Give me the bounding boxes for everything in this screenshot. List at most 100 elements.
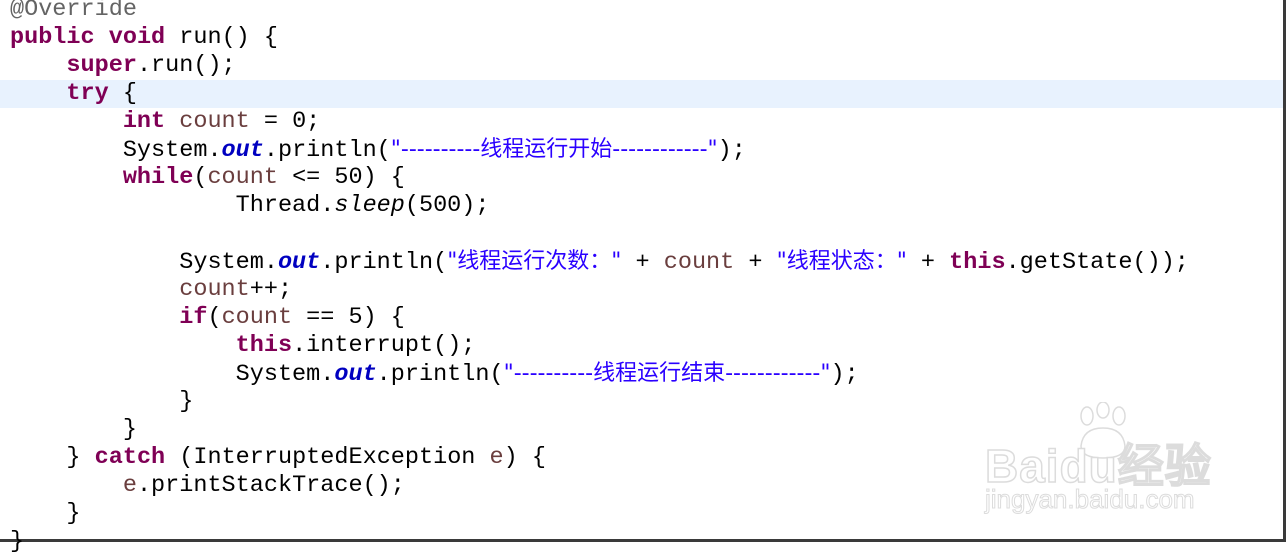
code-token: (InterruptedException	[165, 444, 490, 471]
string-literal: "线程状态："	[776, 249, 907, 274]
code-line-text: int count = 0;	[10, 108, 320, 136]
code-line[interactable]: e.printStackTrace();	[0, 472, 1283, 500]
code-line[interactable]: public void run() {	[0, 24, 1283, 52]
code-token: (500);	[404, 192, 490, 219]
code-line[interactable]: }	[0, 388, 1283, 416]
code-token: .interrupt();	[292, 332, 476, 359]
static-field-token: out	[277, 249, 321, 276]
code-token: {	[108, 80, 137, 107]
code-line[interactable]: Thread.sleep(500);	[0, 192, 1283, 220]
code-line-text: System.out.println("----------线程运行结束----…	[10, 360, 859, 389]
code-editor[interactable]: @Override public void run() { super.run()…	[0, 0, 1286, 555]
code-token: System.	[179, 249, 278, 276]
code-token: (	[207, 304, 222, 331]
code-line-text: }	[10, 500, 81, 528]
code-line-text: @Override	[10, 0, 137, 24]
variable-token: e	[122, 472, 137, 499]
code-line-text: }	[10, 388, 193, 416]
code-token: ) {	[503, 444, 546, 471]
code-line-text: System.out.println("线程运行次数：" + count + "…	[10, 248, 1189, 277]
keyword-token: catch	[94, 444, 166, 471]
code-line[interactable]: }	[0, 528, 1283, 556]
code-line-text: }	[10, 528, 24, 556]
variable-token: count	[179, 276, 250, 303]
code-token: );	[717, 137, 746, 164]
code-token: <= 50) {	[277, 164, 405, 191]
variable-token: count	[221, 304, 293, 331]
code-token: .println(	[263, 137, 391, 164]
code-line[interactable]: int count = 0;	[0, 108, 1283, 136]
code-token: }	[66, 500, 81, 527]
variable-token: e	[489, 444, 504, 471]
code-token: }	[179, 388, 194, 415]
code-line[interactable]: }	[0, 500, 1283, 528]
static-field-token: out	[334, 361, 377, 388]
variable-token: count	[179, 108, 250, 135]
keyword-token: if	[179, 304, 208, 331]
annotation-token: @Override	[10, 0, 137, 23]
code-line[interactable]: }	[0, 416, 1283, 444]
code-line[interactable]: count++;	[0, 276, 1283, 304]
code-token: (	[193, 164, 208, 191]
static-field-token: out	[221, 137, 264, 164]
code-line-text: this.interrupt();	[10, 332, 476, 360]
code-line-text: super.run();	[10, 52, 235, 80]
code-line[interactable]: @Override	[0, 0, 1283, 24]
code-line-text: while(count <= 50) {	[10, 164, 405, 192]
code-token: = 0;	[249, 108, 321, 135]
code-line-text: }	[10, 416, 137, 444]
code-line[interactable]: super.run();	[0, 52, 1283, 80]
keyword-token: try	[66, 80, 109, 107]
code-token: .printStackTrace();	[136, 472, 405, 499]
keyword-token: super	[66, 52, 137, 79]
variable-token: count	[663, 249, 735, 276]
code-token: ++;	[249, 276, 293, 303]
code-line[interactable]: this.interrupt();	[0, 332, 1283, 360]
keyword-token: void	[108, 24, 166, 51]
code-line[interactable]: System.out.println("线程运行次数：" + count + "…	[0, 248, 1283, 276]
code-token: run() {	[165, 24, 278, 51]
keyword-token: this	[949, 249, 1006, 276]
code-line[interactable]: if(count == 5) {	[0, 304, 1283, 332]
code-line[interactable]	[0, 220, 1283, 248]
code-line[interactable]: System.out.println("----------线程运行开始----…	[0, 136, 1283, 164]
code-line[interactable]: } catch (InterruptedException e) {	[0, 444, 1283, 472]
code-line-text: if(count == 5) {	[10, 304, 405, 332]
code-token: System.	[122, 137, 222, 164]
code-line-text: try {	[10, 80, 137, 108]
code-token: .println(	[376, 361, 504, 388]
code-token: Thread.	[235, 192, 335, 219]
code-line-text: count++;	[10, 276, 292, 304]
code-line-text: System.out.println("----------线程运行开始----…	[10, 136, 746, 165]
code-line-text: e.printStackTrace();	[10, 472, 405, 500]
keyword-token: public	[10, 24, 95, 51]
code-token: }	[66, 444, 95, 471]
code-line-text: public void run() {	[10, 24, 278, 52]
string-literal: "----------线程运行结束------------"	[503, 361, 831, 386]
keyword-token: int	[122, 108, 166, 135]
variable-token: count	[207, 164, 278, 191]
current-code-line[interactable]: try {	[0, 80, 1283, 108]
code-line-text: Thread.sleep(500);	[10, 192, 490, 220]
code-token: == 5) {	[292, 304, 405, 331]
code-line-text: } catch (InterruptedException e) {	[10, 444, 546, 472]
code-line[interactable]: System.out.println("----------线程运行结束----…	[0, 360, 1283, 388]
string-literal: "线程运行次数："	[447, 249, 622, 274]
code-token: .println(	[320, 249, 448, 276]
code-line[interactable]: while(count <= 50) {	[0, 164, 1283, 192]
